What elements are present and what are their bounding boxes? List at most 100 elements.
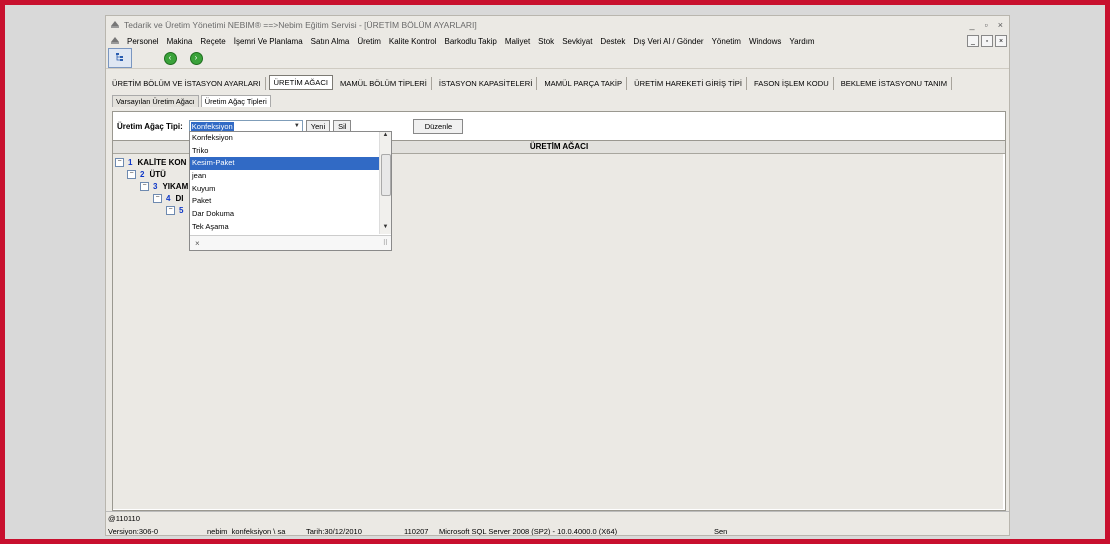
menu-yonetim[interactable]: Yönetim xyxy=(708,37,745,46)
menu-kalite-kontrol[interactable]: Kalite Kontrol xyxy=(385,37,441,46)
tree-node-2[interactable]: − 2 ÜTÜ xyxy=(127,169,166,180)
menu-windows[interactable]: Windows xyxy=(745,37,785,46)
option-kuyum[interactable]: Kuyum xyxy=(190,183,379,196)
menu-sevkiyat[interactable]: Sevkiyat xyxy=(558,37,596,46)
tree-type-dropdown: Konfeksiyon Triko Kesim-Paket jean Kuyum… xyxy=(189,131,392,251)
menu-bar: Personel Makina Reçete İşemri Ve Planlam… xyxy=(106,34,1009,48)
tab-mamul-parca-takip[interactable]: MAMÜL PARÇA TAKİP xyxy=(540,77,628,90)
tree-header-title: ÜRETİM AĞACI xyxy=(529,142,589,151)
maximize-button[interactable]: ▫ xyxy=(985,20,988,30)
tree-node-5[interactable]: − 5 xyxy=(166,205,188,216)
tree-node-number: 4 xyxy=(166,194,171,203)
date-text: Tarih:30/12/2010 xyxy=(306,526,362,536)
tab-istasyon-kapasiteleri[interactable]: İSTASYON KAPASİTELERİ xyxy=(435,77,538,90)
dropdown-list: Konfeksiyon Triko Kesim-Paket jean Kuyum… xyxy=(190,132,379,234)
subtab-varsayilan[interactable]: Varsayılan Üretim Ağacı xyxy=(112,95,199,107)
resize-grip-icon[interactable]: ⠿ xyxy=(383,239,388,247)
menu-destek[interactable]: Destek xyxy=(596,37,629,46)
option-kesim-paket[interactable]: Kesim-Paket xyxy=(190,157,379,171)
collapse-icon[interactable]: − xyxy=(153,194,162,203)
app-window: Tedarik ve Üretim Yönetimi NEBIM® ==>Neb… xyxy=(105,15,1010,536)
tree-type-value: Konfeksiyon xyxy=(190,121,234,131)
option-jean[interactable]: jean xyxy=(190,170,379,183)
menu-barkodlu-takip[interactable]: Barkodlu Takip xyxy=(441,37,501,46)
dropdown-scrollbar[interactable]: ▲ ▼ xyxy=(379,132,391,234)
info-bar: Versiyon:306-0 nebim_konfeksiyon \ sa Ta… xyxy=(106,525,1009,536)
tree-node-number: 3 xyxy=(153,182,158,191)
app-logo-icon xyxy=(110,19,120,31)
tree-icon xyxy=(115,52,125,64)
toolbar: ‹ › xyxy=(106,48,1009,69)
tab-bekleme-istasyonu[interactable]: BEKLEME İSTASYONU TANIM xyxy=(837,77,953,90)
title-bar: Tedarik ve Üretim Yönetimi NEBIM® ==>Neb… xyxy=(106,16,1009,34)
server-text: Microsoft SQL Server 2008 (SP2) - 10.0.4… xyxy=(439,526,618,536)
arrow-right-icon: › xyxy=(189,51,203,65)
mdi-minimize-button[interactable]: _ xyxy=(967,35,979,47)
arrow-left-icon: ‹ xyxy=(163,51,177,65)
option-dar-dokuma[interactable]: Dar Dokuma xyxy=(190,208,379,221)
menu-makina[interactable]: Makina xyxy=(163,37,197,46)
menu-yardim[interactable]: Yardım xyxy=(785,37,818,46)
tree-node-4[interactable]: − 4 DI xyxy=(153,193,183,204)
option-triko[interactable]: Triko xyxy=(190,145,379,158)
scroll-up-icon[interactable]: ▲ xyxy=(380,132,391,142)
option-paket[interactable]: Paket xyxy=(190,195,379,208)
menu-personel[interactable]: Personel xyxy=(123,37,163,46)
version-text: Versiyon:306-0 xyxy=(108,526,159,536)
collapse-icon[interactable]: − xyxy=(115,158,124,167)
collapse-icon[interactable]: − xyxy=(127,170,136,179)
tree-node-label: YIKAM xyxy=(162,182,189,191)
tree-view-button[interactable] xyxy=(108,48,132,68)
minimize-button[interactable]: _ xyxy=(970,20,975,30)
tree-node-number: 5 xyxy=(179,206,184,215)
clear-icon[interactable]: × xyxy=(195,239,200,248)
menu-recete[interactable]: Reçete xyxy=(196,37,229,46)
day-text: Sen xyxy=(714,526,728,536)
close-button[interactable]: × xyxy=(998,20,1003,30)
tab-uretim-agaci[interactable]: ÜRETİM AĞACI xyxy=(268,75,333,90)
window-title: Tedarik ve Üretim Yönetimi NEBIM® ==>Neb… xyxy=(124,20,477,30)
menu-maliyet[interactable]: Maliyet xyxy=(501,37,534,46)
subtab-agac-tipleri[interactable]: Üretim Ağaç Tipleri xyxy=(200,95,271,107)
edit-button[interactable]: Düzenle xyxy=(413,118,464,134)
code-text: 110207 xyxy=(404,526,429,536)
mdi-restore-button[interactable]: ▫ xyxy=(981,35,993,47)
forward-button[interactable]: › xyxy=(186,49,206,67)
mdi-close-button[interactable]: × xyxy=(995,35,1007,47)
tree-node-number: 1 xyxy=(128,158,133,167)
tree-node-1[interactable]: − 1 KALİTE KON xyxy=(115,157,186,168)
menu-isemri[interactable]: İşemri Ve Planlama xyxy=(230,37,307,46)
collapse-icon[interactable]: − xyxy=(166,206,175,215)
scroll-thumb[interactable] xyxy=(381,154,391,196)
tree-node-number: 2 xyxy=(140,170,145,179)
database-text: nebim_konfeksiyon \ sa xyxy=(207,526,286,536)
screen-frame: Tedarik ve Üretim Yönetimi NEBIM® ==>Neb… xyxy=(5,5,1105,539)
chevron-down-icon[interactable]: ▼ xyxy=(294,123,300,129)
menu-dis-veri[interactable]: Dış Veri Al / Gönder xyxy=(629,37,707,46)
option-tek-asama[interactable]: Tek Aşama xyxy=(190,221,379,234)
scroll-down-icon[interactable]: ▼ xyxy=(380,224,391,234)
window-controls: _ ▫ × xyxy=(970,20,1009,30)
tab-uretim-bolum[interactable]: ÜRETİM BÖLÜM VE İSTASYON AYARLARI xyxy=(108,77,266,90)
collapse-icon[interactable]: − xyxy=(140,182,149,191)
tab-uretim-hareketi[interactable]: ÜRETİM HAREKETİ GİRİŞ TİPİ xyxy=(630,77,747,90)
status-bar: @110110 xyxy=(106,511,1009,524)
tab-mamul-bolum-tipleri[interactable]: MAMÜL BÖLÜM TİPLERİ xyxy=(336,77,432,90)
tree-type-label: Üretim Ağaç Tipi: xyxy=(117,121,183,131)
menu-logo-icon xyxy=(110,35,120,47)
menu-uretim[interactable]: Üretim xyxy=(353,37,385,46)
tree-node-label: KALİTE KON xyxy=(137,158,187,167)
status-text: @110110 xyxy=(108,513,140,523)
back-button[interactable]: ‹ xyxy=(160,49,180,67)
mdi-controls: _ ▫ × xyxy=(967,35,1009,47)
tree-node-label: DI xyxy=(175,194,184,203)
main-tabs: ÜRETİM BÖLÜM VE İSTASYON AYARLARI ÜRETİM… xyxy=(106,74,1009,90)
tree-node-label: ÜTÜ xyxy=(149,170,166,179)
option-konfeksiyon[interactable]: Konfeksiyon xyxy=(190,132,379,145)
tab-fason-islem[interactable]: FASON İŞLEM KODU xyxy=(750,77,834,90)
menu-stok[interactable]: Stok xyxy=(534,37,558,46)
tree-node-3[interactable]: − 3 YIKAM xyxy=(140,181,188,192)
dropdown-footer: × ⠿ xyxy=(190,235,391,250)
menu-satin-alma[interactable]: Satın Alma xyxy=(307,37,354,46)
sub-tabs: Varsayılan Üretim Ağacı Üretim Ağaç Tipl… xyxy=(106,93,1009,107)
